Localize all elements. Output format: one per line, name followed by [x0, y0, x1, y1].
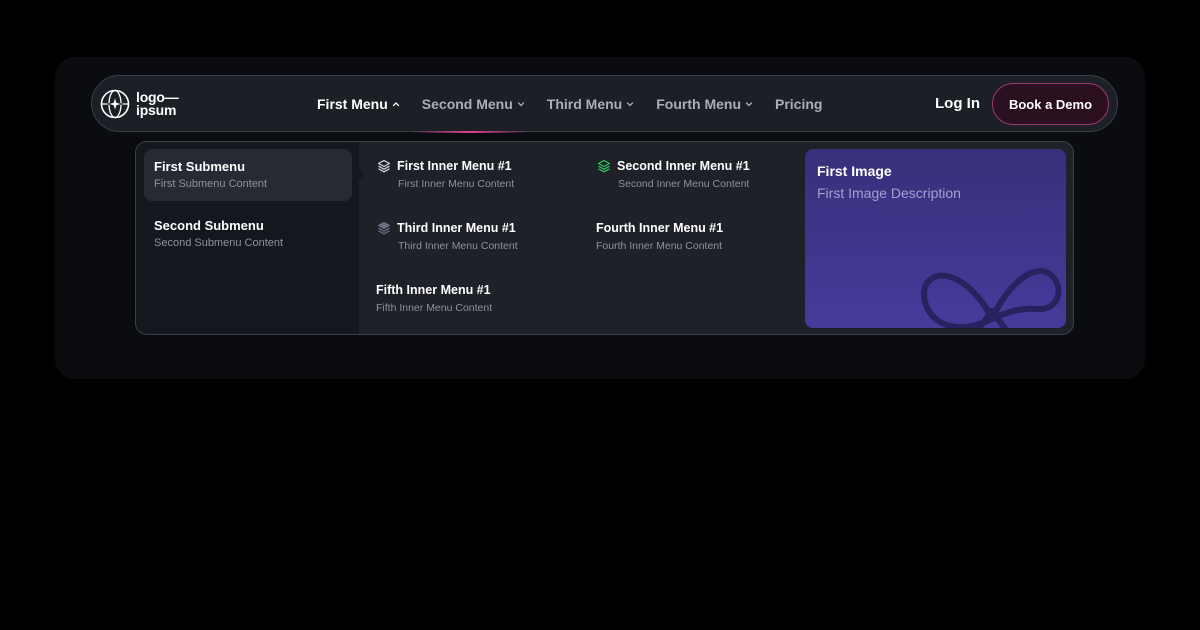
- inner-menu-title: Second Inner Menu #1: [617, 159, 750, 173]
- inner-menu-desc: Fourth Inner Menu Content: [596, 240, 723, 252]
- nav-item-label: First Menu: [317, 95, 388, 112]
- nav-item-second-menu[interactable]: Second Menu: [422, 96, 525, 112]
- inner-menu-item-fifth[interactable]: Fifth Inner Menu #1 Fifth Inner Menu Con…: [376, 283, 492, 314]
- submenu-title: Second Submenu: [154, 218, 264, 233]
- inner-menu-item-fourth[interactable]: Fourth Inner Menu #1 Fourth Inner Menu C…: [596, 221, 723, 252]
- chevron-down-icon: [627, 101, 634, 106]
- nav-item-pricing[interactable]: Pricing: [775, 96, 822, 112]
- book-demo-button[interactable]: Book a Demo: [992, 83, 1109, 125]
- inner-menu-desc: Second Inner Menu Content: [618, 178, 750, 190]
- inner-menu-item-first[interactable]: First Inner Menu #1 First Inner Menu Con…: [377, 159, 514, 190]
- inner-menu-desc: First Inner Menu Content: [398, 178, 515, 190]
- nav-item-label: Pricing: [775, 95, 823, 112]
- first-menu-dropdown: First Submenu First Submenu Content Seco…: [135, 141, 1074, 335]
- nav-item-third-menu[interactable]: Third Menu: [547, 96, 634, 112]
- login-link[interactable]: Log In: [935, 95, 980, 112]
- inner-menu-desc: Fifth Inner Menu Content: [376, 302, 493, 314]
- main-menu: First Menu Second Menu Third Menu Fourth…: [317, 76, 844, 131]
- chevron-down-icon: [517, 101, 524, 106]
- inner-menu-item-third[interactable]: Third Inner Menu #1 Third Inner Menu Con…: [377, 221, 518, 252]
- navbar: logo— ipsum First Menu Second Menu Third…: [91, 75, 1118, 133]
- inner-menu-desc: Third Inner Menu Content: [398, 240, 518, 252]
- image-card-desc: First Image Description: [817, 185, 961, 201]
- active-menu-glow: [410, 131, 530, 133]
- featured-image-card[interactable]: First Image First Image Description: [805, 149, 1066, 328]
- layers-icon: [377, 221, 391, 235]
- layers-icon: [377, 159, 391, 173]
- submenu-column: First Submenu First Submenu Content Seco…: [136, 142, 359, 334]
- logo-text: logo— ipsum: [136, 90, 179, 118]
- infinity-loop-icon: [921, 267, 1062, 328]
- inner-menu-item-second[interactable]: Second Inner Menu #1 Second Inner Menu C…: [597, 159, 750, 190]
- submenu-item-first[interactable]: First Submenu First Submenu Content: [144, 149, 352, 201]
- nav-item-label: Fourth Menu: [656, 95, 741, 112]
- logo-line-2: ipsum: [136, 102, 177, 118]
- globe-star-icon: [100, 89, 130, 119]
- inner-menu-title: Third Inner Menu #1: [397, 221, 516, 235]
- nav-item-label: Third Menu: [546, 95, 623, 112]
- chevron-down-icon: [745, 101, 753, 106]
- inner-menu-title: Fifth Inner Menu #1: [376, 283, 491, 297]
- layers-icon: [597, 159, 611, 173]
- logo[interactable]: logo— ipsum: [100, 89, 179, 119]
- inner-menu-title: Fourth Inner Menu #1: [596, 221, 724, 235]
- image-card-title: First Image: [817, 163, 892, 179]
- nav-item-first-menu[interactable]: First Menu: [317, 96, 400, 112]
- submenu-item-second[interactable]: Second Submenu Second Submenu Content: [144, 208, 352, 260]
- submenu-desc: Second Submenu Content: [154, 237, 284, 249]
- submenu-title: First Submenu: [154, 159, 246, 174]
- nav-item-fourth-menu[interactable]: Fourth Menu: [656, 96, 753, 112]
- inner-menu-title: First Inner Menu #1: [397, 159, 512, 173]
- chevron-up-icon: [392, 101, 399, 106]
- nav-item-label: Second Menu: [421, 95, 513, 112]
- submenu-desc: First Submenu Content: [154, 178, 268, 190]
